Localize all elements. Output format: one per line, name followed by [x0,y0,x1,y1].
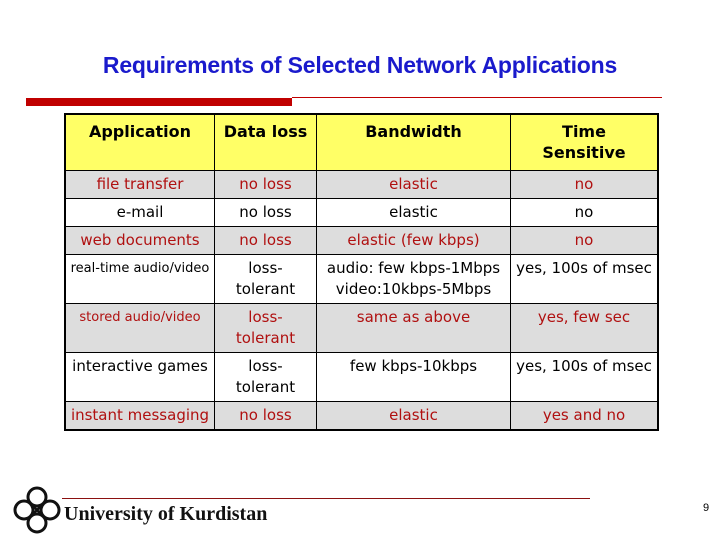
cell-time-sensitive: yes and no [510,400,659,430]
university-logo-icon [13,486,61,534]
header-bandwidth: Bandwidth [316,113,511,171]
cell-time-sensitive: no [510,197,659,227]
cell-data-loss: no loss [214,169,317,199]
cell-bandwidth: few kbps-10kbps [316,351,511,402]
cell-time-sensitive: yes, 100s of msec [510,351,659,402]
cell-application: web documents [64,225,215,255]
cell-data-loss: loss-tolerant [214,351,317,402]
slide-title: Requirements of Selected Network Applica… [102,52,618,78]
header-time-sensitive: Time Sensitive [510,113,659,171]
cell-application: e-mail [64,197,215,227]
table-row: instant messaging no loss elastic yes an… [64,400,659,430]
footer-organization: University of Kurdistan [64,503,268,525]
cell-data-loss: loss-tolerant [214,253,317,304]
cell-bandwidth: elastic (few kbps) [316,225,511,255]
cell-bandwidth: elastic [316,400,511,430]
table-row: file transfer no loss elastic no [64,169,659,199]
cell-application: interactive games [64,351,215,402]
cell-data-loss: no loss [214,400,317,430]
cell-bandwidth: elastic [316,169,511,199]
header-application: Application [64,113,215,171]
table-row: stored audio/video loss-tolerant same as… [64,302,659,353]
cell-data-loss: loss-tolerant [214,302,317,353]
title-underline-thick [26,98,292,106]
cell-time-sensitive: no [510,225,659,255]
table-row: e-mail no loss elastic no [64,197,659,227]
table-row: web documents no loss elastic (few kbps)… [64,225,659,255]
table-row: interactive games loss-tolerant few kbps… [64,351,659,402]
header-time-sensitive-line2: Sensitive [542,143,626,162]
page-number: 9 [703,502,710,514]
title-underline-thin [292,97,662,98]
cell-data-loss: no loss [214,225,317,255]
footer-divider [62,498,590,499]
cell-application: real-time audio/video [64,253,215,304]
header-data-loss: Data loss [214,113,317,171]
header-time-sensitive-line1: Time [562,122,606,141]
requirements-table: Application Data loss Bandwidth Time Sens… [64,113,659,431]
table-header-row: Application Data loss Bandwidth Time Sens… [64,113,659,171]
cell-data-loss: no loss [214,197,317,227]
cell-time-sensitive: no [510,169,659,199]
table-row: real-time audio/video loss-tolerant audi… [64,253,659,304]
cell-bandwidth: audio: few kbps-1Mbps video:10kbps-5Mbps [316,253,511,304]
cell-application: file transfer [64,169,215,199]
cell-application: stored audio/video [64,302,215,353]
cell-time-sensitive: yes, 100s of msec [510,253,659,304]
cell-application: instant messaging [64,400,215,430]
cell-bandwidth: elastic [316,197,511,227]
cell-bandwidth: same as above [316,302,511,353]
cell-time-sensitive: yes, few sec [510,302,659,353]
